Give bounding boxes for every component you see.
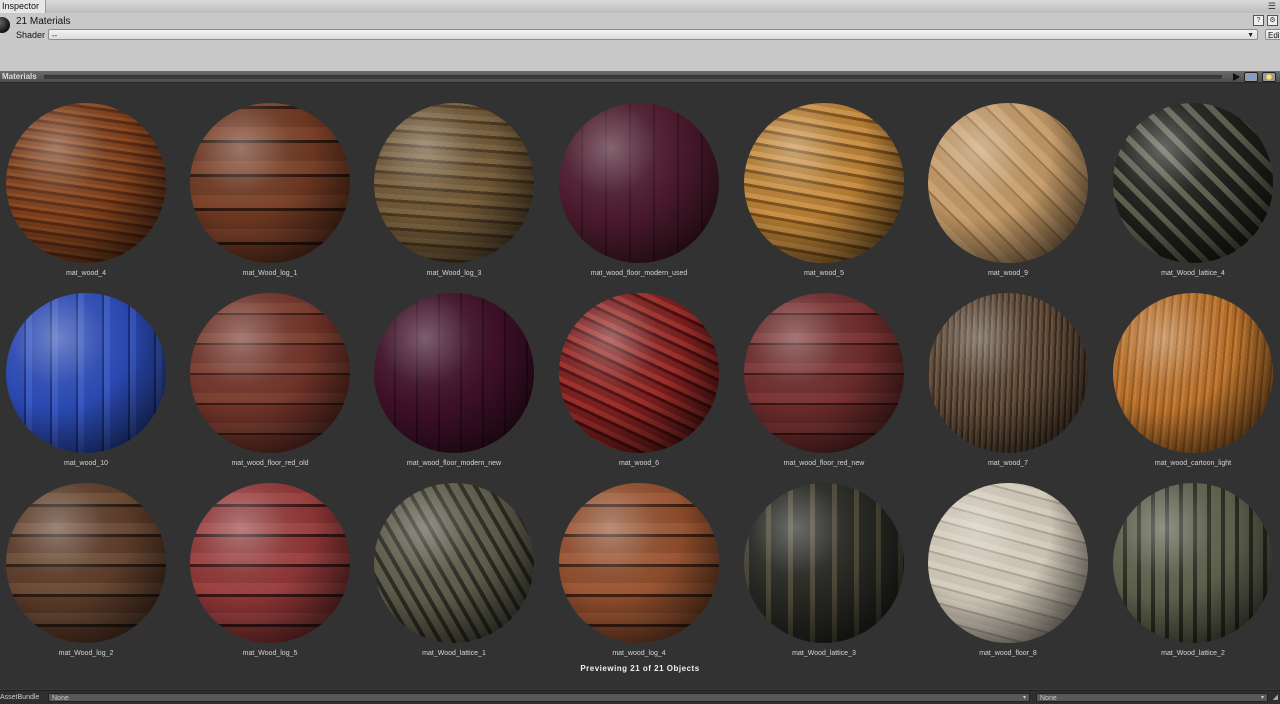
material-sphere-preview <box>1113 103 1273 263</box>
light-toggle-icon[interactable] <box>1262 72 1276 82</box>
inspector-tab-label: Inspector <box>2 1 40 11</box>
material-thumbnail[interactable]: mat_wood_9 <box>922 83 1106 277</box>
inspector-tab-bar: Inspector ☰ <box>0 0 1280 14</box>
material-sphere-preview <box>374 483 534 643</box>
material-sphere-preview <box>1113 483 1273 643</box>
material-thumbnail[interactable]: mat_Wood_log_3 <box>368 83 552 277</box>
material-thumbnail[interactable]: mat_Wood_lattice_3 <box>738 463 922 657</box>
material-name-label: mat_Wood_log_5 <box>242 650 298 657</box>
material-sphere-preview <box>6 103 166 263</box>
material-icon <box>0 17 10 33</box>
preview-drag-handle[interactable] <box>44 75 1222 79</box>
material-sphere-preview <box>928 293 1088 453</box>
material-sphere-preview <box>744 103 904 263</box>
material-name-label: mat_wood_floor_8 <box>979 650 1037 657</box>
material-thumbnail[interactable]: mat_Wood_log_2 <box>0 463 184 657</box>
material-sphere-preview <box>744 483 904 643</box>
material-sphere-preview <box>190 483 350 643</box>
preview-shape-icon[interactable] <box>1244 72 1258 82</box>
material-sphere-preview <box>744 293 904 453</box>
header-title: 21 Materials <box>16 16 71 27</box>
material-sphere-preview <box>928 103 1088 263</box>
help-icon[interactable]: ? <box>1253 15 1264 26</box>
inspector-header: 21 Materials ? ⚙ Shader -- ▼ Edit... <box>0 13 1280 72</box>
material-preview-grid: mat_wood_4 mat_Wood_log_1 mat_Wood_log_3 ma… <box>0 83 1280 689</box>
material-thumbnail[interactable]: mat_wood_4 <box>0 83 184 277</box>
preview-controls <box>1233 72 1276 82</box>
assetbundle-variant-value: None <box>1040 695 1057 702</box>
material-thumbnail[interactable]: mat_Wood_lattice_2 <box>1107 463 1280 657</box>
material-sphere-preview <box>6 293 166 453</box>
material-sphere-preview <box>559 293 719 453</box>
material-name-label: mat_wood_log_4 <box>612 650 666 657</box>
material-sphere-preview <box>559 483 719 643</box>
material-thumbnail[interactable]: mat_wood_10 <box>0 273 184 467</box>
material-sphere-preview <box>6 483 166 643</box>
material-thumbnail[interactable]: mat_wood_floor_red_new <box>738 273 922 467</box>
material-name-label: mat_Wood_lattice_2 <box>1161 650 1225 657</box>
assetbundle-label: AssetBundle <box>0 694 40 701</box>
inspector-tab[interactable]: Inspector <box>0 0 47 13</box>
material-sphere-preview <box>374 293 534 453</box>
assetbundle-bar: AssetBundle None ▾ None ▾ ◢ <box>0 690 1280 704</box>
material-thumbnail[interactable]: mat_Wood_lattice_1 <box>368 463 552 657</box>
material-thumbnail[interactable]: mat_Wood_log_1 <box>184 83 368 277</box>
material-name-label: mat_Wood_log_2 <box>58 650 114 657</box>
assetbundle-value: None <box>52 695 69 702</box>
material-thumbnail[interactable]: mat_wood_7 <box>922 273 1106 467</box>
material-sphere-preview <box>374 103 534 263</box>
tab-menu-icon[interactable]: ☰ <box>1268 0 1276 13</box>
material-thumbnail[interactable]: mat_Wood_lattice_4 <box>1107 83 1280 277</box>
material-thumbnail[interactable]: mat_wood_6 <box>553 273 737 467</box>
preview-status: Previewing 21 of 21 Objects <box>580 664 700 673</box>
preview-title: Materials <box>2 72 37 81</box>
corner-icon: ◢ <box>1272 694 1278 701</box>
material-thumbnail[interactable]: mat_Wood_log_5 <box>184 463 368 657</box>
assetbundle-variant-dropdown[interactable]: None ▾ <box>1036 693 1268 702</box>
assetbundle-dropdown[interactable]: None ▾ <box>48 693 1030 702</box>
material-name-label: mat_Wood_lattice_1 <box>422 650 486 657</box>
dropdown-arrow-icon: ▾ <box>1260 695 1264 701</box>
material-thumbnail[interactable]: mat_wood_cartoon_light <box>1107 273 1280 467</box>
material-sphere-preview <box>190 293 350 453</box>
shader-label: Shader <box>16 30 46 40</box>
material-thumbnail[interactable]: mat_wood_floor_red_old <box>184 273 368 467</box>
edit-button[interactable]: Edit... <box>1265 29 1280 40</box>
header-icons: ? ⚙ <box>1253 15 1278 26</box>
dropdown-arrow-icon: ▾ <box>1022 695 1026 701</box>
material-thumbnail[interactable]: mat_wood_floor_modern_new <box>368 273 552 467</box>
material-thumbnail[interactable]: mat_wood_floor_8 <box>922 463 1106 657</box>
material-name-label: mat_Wood_lattice_3 <box>792 650 856 657</box>
settings-icon[interactable]: ⚙ <box>1267 15 1278 26</box>
play-icon[interactable] <box>1233 73 1240 81</box>
preview-toolbar: Materials <box>0 71 1280 83</box>
material-sphere-preview <box>559 103 719 263</box>
dropdown-arrow-icon: ▼ <box>1247 32 1254 39</box>
shader-dropdown[interactable]: -- ▼ <box>48 29 1258 40</box>
material-thumbnail[interactable]: mat_wood_log_4 <box>553 463 737 657</box>
shader-value: -- <box>52 31 58 40</box>
material-sphere-preview <box>190 103 350 263</box>
material-sphere-preview <box>928 483 1088 643</box>
material-sphere-preview <box>1113 293 1273 453</box>
material-thumbnail[interactable]: mat_wood_floor_modern_used <box>553 83 737 277</box>
material-thumbnail[interactable]: mat_wood_5 <box>738 83 922 277</box>
